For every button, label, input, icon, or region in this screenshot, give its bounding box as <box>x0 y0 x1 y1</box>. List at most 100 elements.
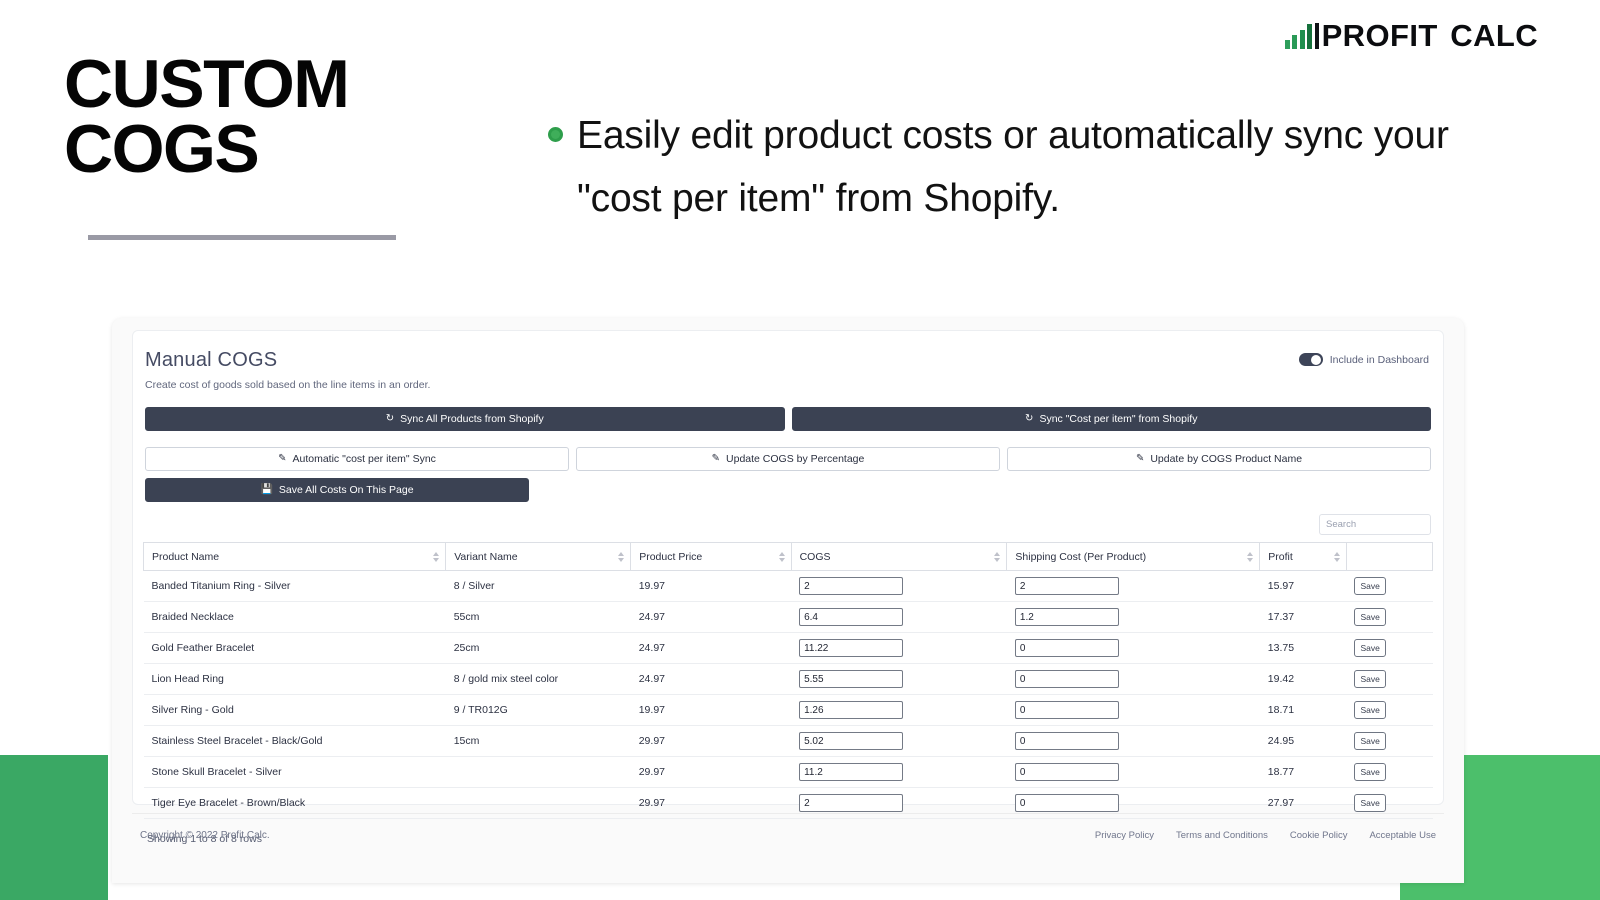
column-header-cogs[interactable]: COGS <box>790 542 1008 571</box>
manual-cogs-card: Manual COGS Create cost of goods sold ba… <box>132 330 1444 845</box>
cell-shipping-cost <box>1006 663 1260 695</box>
table-row: Stainless Steel Bracelet - Black/Gold 15c… <box>143 725 1433 757</box>
search-input[interactable] <box>1319 514 1431 535</box>
shipping-cost-input[interactable] <box>1014 701 1119 719</box>
cogs-input[interactable] <box>799 639 904 657</box>
cell-profit: 18.71 <box>1259 694 1347 726</box>
include-in-dashboard-toggle[interactable]: Include in Dashboard <box>1298 353 1429 366</box>
sync-cost-per-item-label: Sync "Cost per item" from Shopify <box>1039 413 1198 425</box>
cogs-input[interactable] <box>799 732 904 750</box>
sort-arrows-icon <box>778 551 785 562</box>
sync-all-products-button[interactable]: ↻ Sync All Products from Shopify <box>145 407 785 431</box>
cell-cogs <box>791 694 1007 726</box>
table-row: Silver Ring - Gold9 / TR012G19.97 18.71 Sa… <box>143 694 1433 726</box>
column-label: Product Name <box>152 550 220 563</box>
app-screenshot-window: Manual COGS Create cost of goods sold ba… <box>112 318 1464 883</box>
sort-arrows-icon <box>433 551 440 562</box>
save-all-costs-button[interactable]: 💾 Save All Costs On This Page <box>145 478 529 502</box>
cell-actions: Save <box>1346 632 1433 664</box>
toggle-switch[interactable] <box>1298 353 1323 366</box>
sync-all-products-label: Sync All Products from Shopify <box>400 413 544 425</box>
save-row-button[interactable]: Save <box>1354 608 1387 626</box>
cell-profit: 15.97 <box>1259 570 1347 602</box>
save-row-button[interactable]: Save <box>1354 670 1387 688</box>
cell-shipping-cost <box>1006 694 1260 726</box>
cell-product-name: Banded Titanium Ring - Silver <box>143 570 446 602</box>
cell-profit: 17.37 <box>1259 601 1347 633</box>
page-title: CUSTOM COGS <box>64 50 350 188</box>
cell-cogs <box>791 725 1007 757</box>
cell-product-name: Silver Ring - Gold <box>143 694 446 726</box>
cell-variant-name: 9 / TR012G <box>445 694 631 726</box>
footer-link-cookie-policy[interactable]: Cookie Policy <box>1290 830 1348 841</box>
title-underline-rule <box>88 235 396 240</box>
footer-link-terms-and-conditions[interactable]: Terms and Conditions <box>1176 830 1268 841</box>
pencil-square-icon: ✎ <box>1135 453 1145 464</box>
column-header-shipping-cost[interactable]: Shipping Cost (Per Product) <box>1006 542 1261 571</box>
column-header-actions <box>1345 542 1434 571</box>
brand-name-secondary: CALC <box>1450 18 1538 53</box>
shipping-cost-input[interactable] <box>1014 794 1119 812</box>
column-label: Profit <box>1268 550 1293 563</box>
cell-profit: 19.42 <box>1259 663 1347 695</box>
update-product-name-label: Update by COGS Product Name <box>1150 453 1303 465</box>
panel-subtitle: Create cost of goods sold based on the l… <box>145 379 431 391</box>
footer-link-acceptable-use[interactable]: Acceptable Use <box>1369 830 1436 841</box>
save-row-button[interactable]: Save <box>1354 794 1387 812</box>
save-row-button[interactable]: Save <box>1354 639 1387 657</box>
footer-links: Privacy Policy Terms and Conditions Cook… <box>1095 830 1436 841</box>
shipping-cost-input[interactable] <box>1014 608 1119 626</box>
footer-link-privacy-policy[interactable]: Privacy Policy <box>1095 830 1154 841</box>
save-row-button[interactable]: Save <box>1354 701 1387 719</box>
cell-product-price: 19.97 <box>630 570 792 602</box>
shipping-cost-input[interactable] <box>1014 763 1119 781</box>
save-row-button[interactable]: Save <box>1354 732 1387 750</box>
sort-arrows-icon <box>994 551 1001 562</box>
column-header-variant-name[interactable]: Variant Name <box>445 542 632 571</box>
cogs-input[interactable] <box>799 701 904 719</box>
table-row: Braided Necklace55cm24.97 17.37 Save <box>143 601 1433 633</box>
table-row: Gold Feather Bracelet25cm24.97 13.75 Save <box>143 632 1433 664</box>
automatic-cost-per-item-sync-button[interactable]: ✎ Automatic "cost per item" Sync <box>145 447 569 471</box>
cell-actions: Save <box>1346 663 1433 695</box>
column-header-product-price[interactable]: Product Price <box>630 542 792 571</box>
save-row-button[interactable]: Save <box>1354 577 1387 595</box>
cogs-input[interactable] <box>799 763 904 781</box>
shipping-cost-input[interactable] <box>1014 639 1119 657</box>
cell-actions: Save <box>1346 756 1433 788</box>
hero-bullet-item: Easily edit product costs or automatical… <box>548 104 1538 230</box>
cell-shipping-cost <box>1006 570 1260 602</box>
cell-product-price: 29.97 <box>630 725 792 757</box>
save-all-costs-label: Save All Costs On This Page <box>278 484 414 496</box>
save-row-button[interactable]: Save <box>1354 763 1387 781</box>
shipping-cost-input[interactable] <box>1014 670 1119 688</box>
cell-variant-name: 15cm <box>445 725 631 757</box>
cell-shipping-cost <box>1006 632 1260 664</box>
update-percentage-label: Update COGS by Percentage <box>726 453 865 465</box>
app-footer: Copyright © 2022 Profit Calc. Privacy Po… <box>132 813 1444 857</box>
table-row: Banded Titanium Ring - Silver 8 / Silver 1… <box>143 570 1433 602</box>
cell-profit: 24.95 <box>1259 725 1347 757</box>
shipping-cost-input[interactable] <box>1014 732 1119 750</box>
toggle-label: Include in Dashboard <box>1329 353 1429 366</box>
cogs-input[interactable] <box>799 670 904 688</box>
save-all-row: 💾 Save All Costs On This Page <box>143 478 1433 502</box>
cell-cogs <box>791 632 1007 664</box>
cell-cogs <box>791 756 1007 788</box>
brand-name: PROFIT CALC <box>1322 18 1538 54</box>
column-header-profit[interactable]: Profit <box>1259 542 1347 571</box>
cogs-input[interactable] <box>799 608 904 626</box>
column-label: COGS <box>799 550 831 563</box>
cogs-input[interactable] <box>799 794 904 812</box>
cogs-input[interactable] <box>799 577 904 595</box>
update-by-cogs-product-name-button[interactable]: ✎ Update by COGS Product Name <box>1007 447 1431 471</box>
floppy-disk-icon: 💾 <box>260 484 273 495</box>
shipping-cost-input[interactable] <box>1014 577 1119 595</box>
table-header-row: Product Name Variant Name Product Price <box>142 542 1434 571</box>
column-header-product-name[interactable]: Product Name <box>142 542 447 571</box>
sync-cost-per-item-button[interactable]: ↻ Sync "Cost per item" from Shopify <box>791 407 1431 431</box>
table-body: Banded Titanium Ring - Silver 8 / Silver 1… <box>143 570 1433 819</box>
page-title-line2: COGS <box>64 111 260 188</box>
update-cogs-by-percentage-button[interactable]: ✎ Update COGS by Percentage <box>576 447 1000 471</box>
bar-chart-logo-icon <box>1284 23 1319 49</box>
